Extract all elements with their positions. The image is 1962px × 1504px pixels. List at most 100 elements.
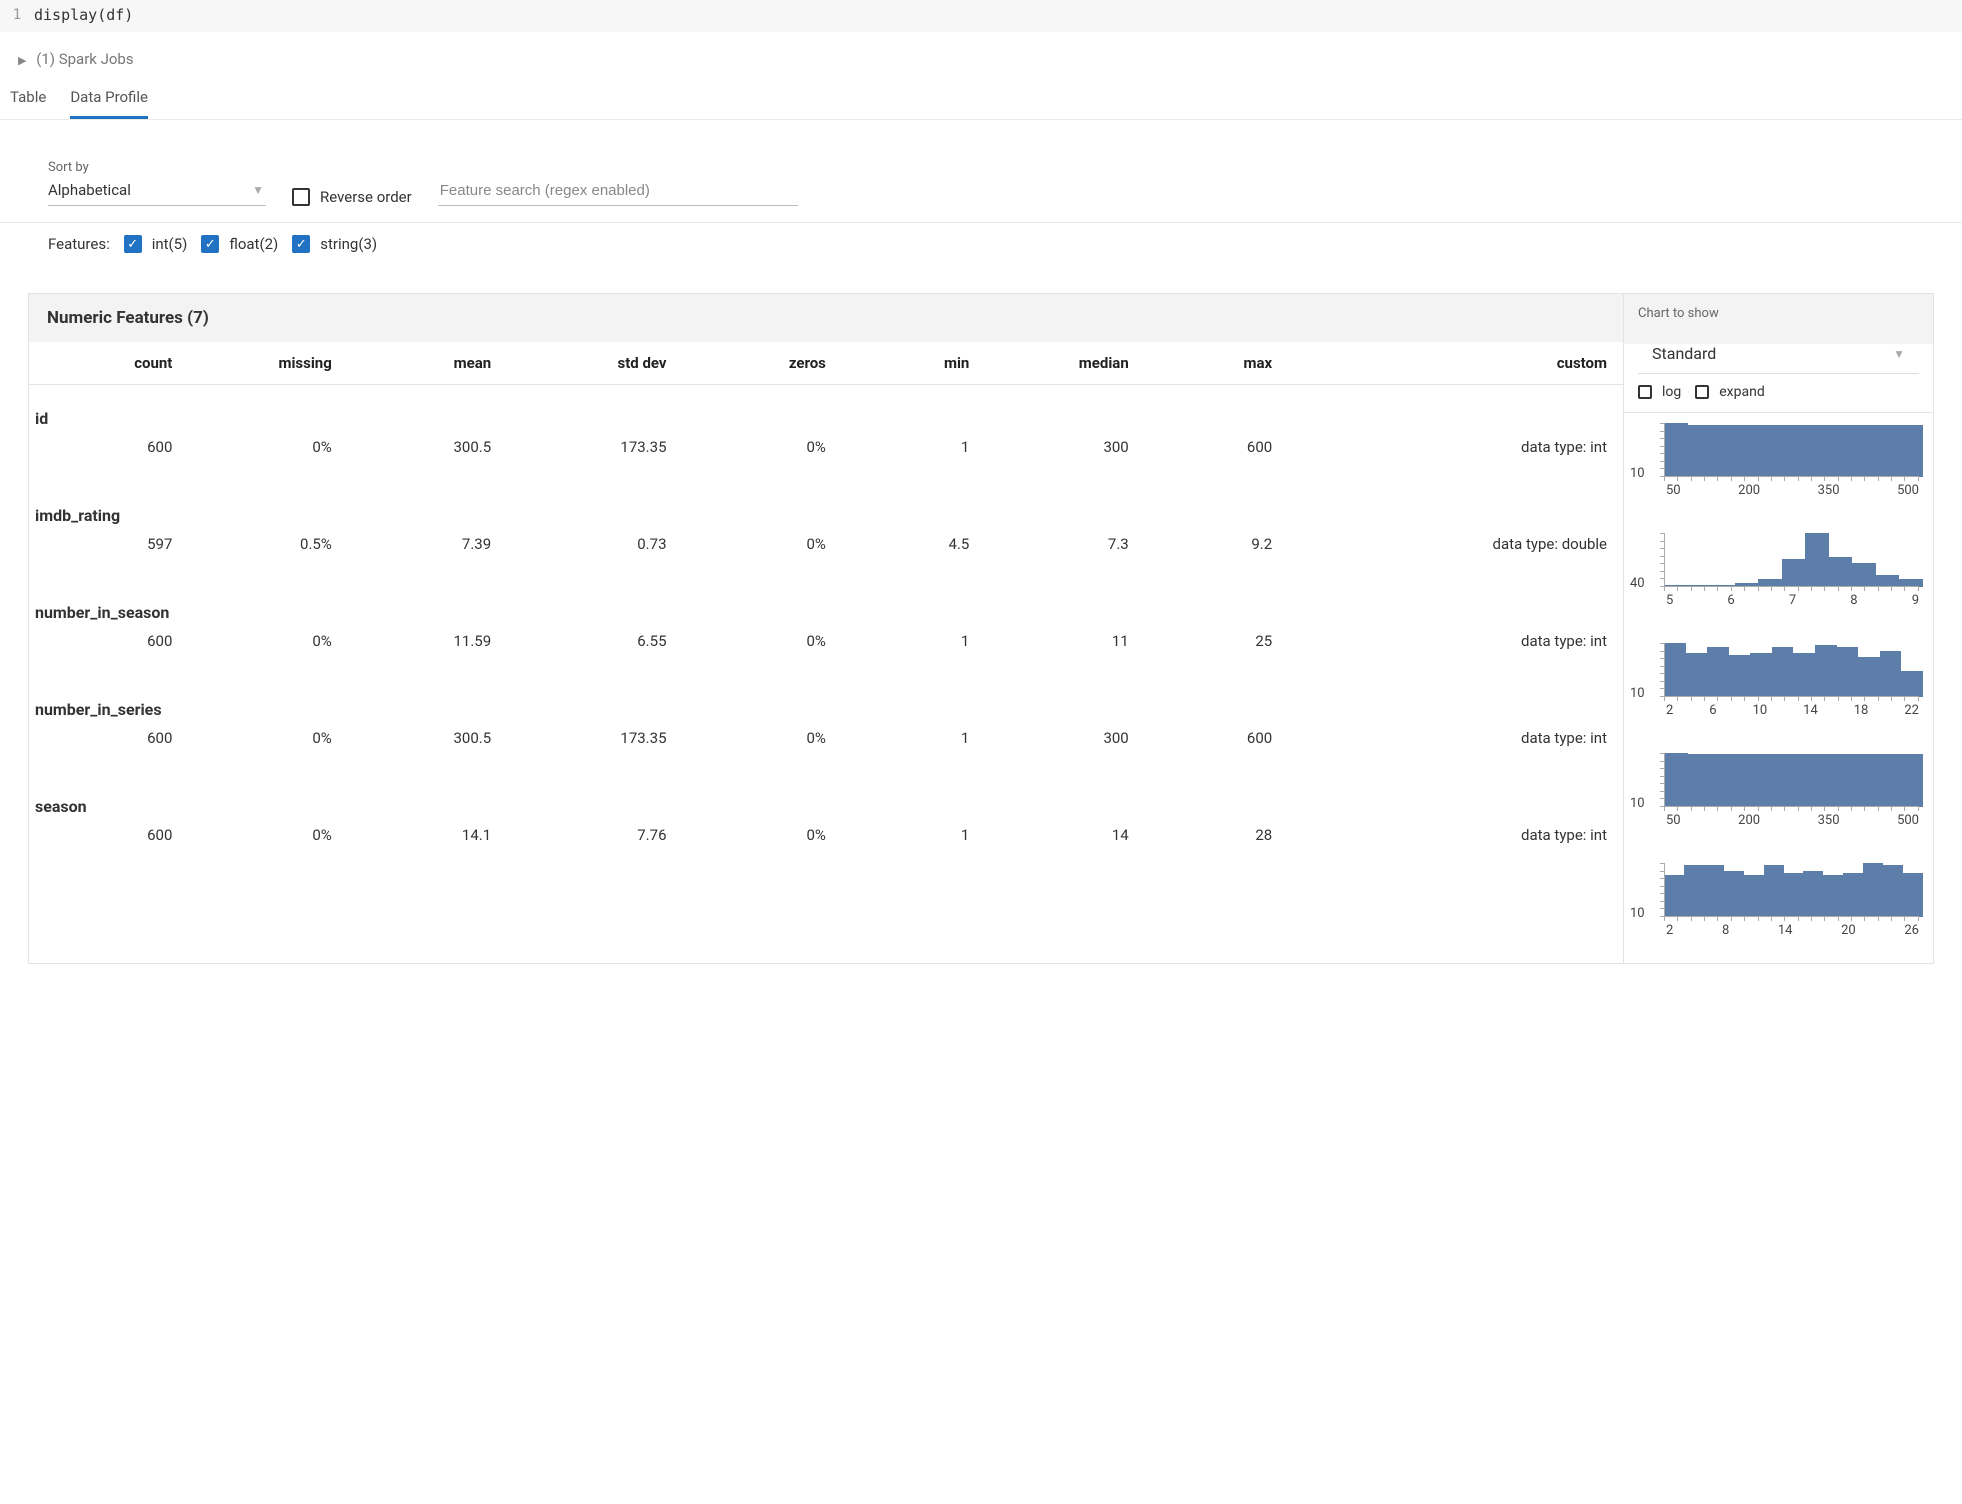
log-label: log	[1662, 384, 1681, 400]
checkbox-icon	[292, 188, 310, 206]
float-checkbox[interactable]: ✓ float(2)	[201, 235, 278, 253]
x-tick: 8	[1850, 593, 1857, 608]
cell-count: 600	[29, 434, 188, 482]
x-tick: 8	[1722, 923, 1729, 938]
histogram-bar	[1758, 425, 1782, 477]
cell-median: 300	[985, 725, 1144, 773]
cell-custom: data type: int	[1288, 725, 1623, 773]
table-row: 5970.5%7.390.730%4.57.39.2data type: dou…	[29, 531, 1623, 579]
cell-missing: 0%	[188, 628, 347, 676]
cell-max: 600	[1145, 434, 1288, 482]
expand-label: expand	[1719, 384, 1764, 400]
histogram-bar	[1803, 871, 1823, 917]
tab-data-profile[interactable]: Data Profile	[70, 88, 148, 119]
chevron-down-icon: ▼	[1893, 347, 1905, 361]
histogram-bar	[1729, 655, 1751, 697]
spark-jobs-toggle[interactable]: ▶ (1) Spark Jobs	[0, 32, 1962, 76]
section-title: Numeric Features (7)	[29, 294, 1623, 342]
histogram-id: 1050200350500	[1624, 413, 1933, 523]
histogram-bar	[1852, 563, 1876, 587]
spark-jobs-label: (1) Spark Jobs	[36, 50, 133, 68]
checkbox-checked-icon: ✓	[292, 235, 310, 253]
x-tick: 500	[1897, 813, 1919, 828]
cell-zeros: 0%	[683, 725, 842, 773]
cell-custom: data type: double	[1288, 531, 1623, 579]
col-std-dev[interactable]: std dev	[507, 342, 682, 385]
int-label: int(5)	[152, 235, 188, 253]
cell-custom: data type: int	[1288, 434, 1623, 482]
cell-std_dev: 7.76	[507, 822, 682, 870]
y-axis-label: 10	[1630, 906, 1645, 921]
y-axis-label: 10	[1630, 796, 1645, 811]
cell-min: 1	[842, 628, 985, 676]
y-axis-label: 40	[1630, 576, 1645, 591]
tab-table[interactable]: Table	[10, 88, 46, 119]
expand-checkbox[interactable]: expand	[1695, 384, 1764, 400]
histogram-bar	[1782, 425, 1806, 477]
x-tick: 14	[1803, 703, 1818, 718]
tabs: Table Data Profile	[0, 76, 1962, 120]
histogram-bar	[1664, 753, 1688, 807]
histogram-bar	[1863, 863, 1883, 917]
histogram-bar	[1772, 647, 1794, 697]
feature-search-input[interactable]	[438, 178, 798, 206]
x-tick: 5	[1666, 593, 1673, 608]
col-missing[interactable]: missing	[188, 342, 347, 385]
cell-count: 597	[29, 531, 188, 579]
y-axis-label: 10	[1630, 686, 1645, 701]
histogram-bar	[1744, 875, 1764, 917]
reverse-order-checkbox[interactable]: Reverse order	[292, 188, 412, 206]
x-tick: 350	[1818, 483, 1840, 498]
x-tick: 9	[1912, 593, 1919, 608]
cell-std_dev: 173.35	[507, 434, 682, 482]
feature-name: number_in_season	[29, 591, 1623, 626]
col-zeros[interactable]: zeros	[683, 342, 842, 385]
x-tick: 20	[1841, 923, 1856, 938]
code-text[interactable]: display(df)	[34, 6, 133, 24]
cell-zeros: 0%	[683, 628, 842, 676]
numeric-features-section: Numeric Features (7) count missing mean …	[28, 293, 1934, 964]
x-tick: 26	[1904, 923, 1919, 938]
histogram-bar	[1704, 865, 1724, 917]
cell-missing: 0%	[188, 434, 347, 482]
int-checkbox[interactable]: ✓ int(5)	[124, 235, 188, 253]
chart-aside: Chart to show Standard ▼ log expand 1050…	[1623, 294, 1933, 963]
histogram-bar	[1852, 754, 1876, 807]
col-median[interactable]: median	[985, 342, 1144, 385]
chevron-right-icon: ▶	[18, 54, 26, 67]
feature-name: id	[29, 397, 1623, 432]
histogram-bar	[1750, 653, 1772, 697]
col-min[interactable]: min	[842, 342, 985, 385]
x-tick: 7	[1789, 593, 1796, 608]
histogram-bar	[1823, 875, 1843, 917]
histogram-bar	[1793, 653, 1815, 697]
histogram-bar	[1843, 873, 1863, 917]
feature-name: imdb_rating	[29, 494, 1623, 529]
col-max[interactable]: max	[1145, 342, 1288, 385]
histogram-bar	[1664, 643, 1686, 697]
cell-max: 28	[1145, 822, 1288, 870]
histogram-bar	[1664, 423, 1688, 477]
col-mean[interactable]: mean	[348, 342, 507, 385]
col-count[interactable]: count	[29, 342, 188, 385]
chart-type-select[interactable]: Standard ▼	[1638, 344, 1919, 374]
cell-missing: 0%	[188, 725, 347, 773]
code-cell: 1 display(df)	[0, 0, 1962, 32]
histogram-bar	[1686, 653, 1708, 697]
histogram-bar	[1758, 579, 1782, 587]
histogram-bar	[1829, 425, 1853, 477]
histogram-bar	[1883, 865, 1903, 917]
histogram-number_in_season: 102610141822	[1624, 633, 1933, 743]
col-custom[interactable]: custom	[1288, 342, 1623, 385]
feature-name: number_in_series	[29, 688, 1623, 723]
histogram-bar	[1735, 425, 1759, 477]
histogram-bar	[1805, 425, 1829, 477]
checkbox-checked-icon: ✓	[124, 235, 142, 253]
string-checkbox[interactable]: ✓ string(3)	[292, 235, 377, 253]
histogram-bar	[1782, 559, 1806, 587]
sort-by-select[interactable]: Alphabetical ▼	[48, 177, 266, 206]
histogram-bar	[1899, 579, 1923, 587]
feature-type-toggles: Features: ✓ int(5) ✓ float(2) ✓ string(3…	[0, 223, 1962, 253]
log-checkbox[interactable]: log	[1638, 384, 1681, 400]
cell-std_dev: 0.73	[507, 531, 682, 579]
